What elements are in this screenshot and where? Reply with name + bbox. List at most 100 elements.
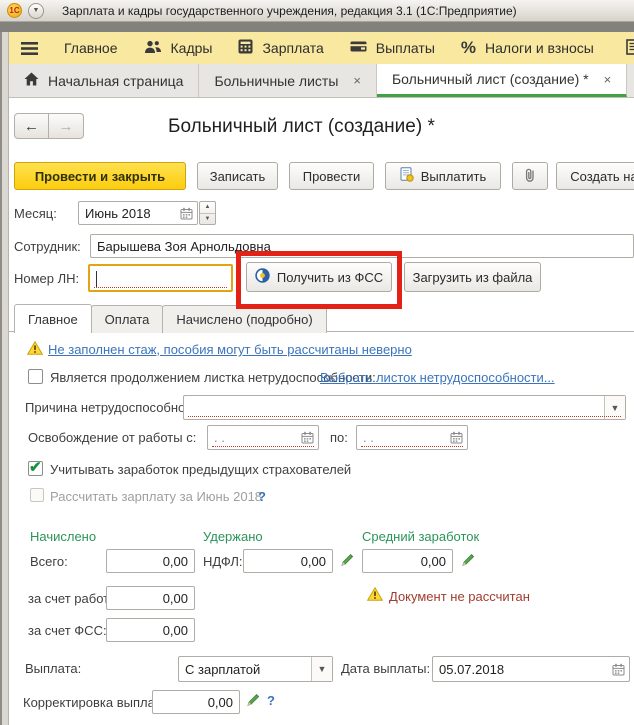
calc-salary-label: Рассчитать зарплату за Июнь 2018: [50, 489, 262, 504]
forward-button[interactable]: →: [49, 113, 84, 139]
calendar-icon[interactable]: [612, 663, 625, 676]
calc-salary-help-link[interactable]: ?: [258, 489, 266, 504]
total-value: 0,00: [163, 554, 188, 569]
journal-icon[interactable]: [626, 39, 634, 58]
payment-date-input[interactable]: 05.07.2018: [432, 656, 630, 682]
calendar-icon[interactable]: [450, 431, 463, 444]
chevron-down-icon[interactable]: ▼: [311, 657, 332, 681]
people-icon: [144, 40, 162, 57]
edit-pencil-icon[interactable]: [246, 692, 261, 712]
payment-date-label: Дата выплаты:: [341, 661, 430, 676]
exemption-to-label: по:: [330, 430, 348, 445]
date-placeholder: . .: [357, 430, 450, 445]
application-window: 1С ▼ Зарплата и кадры государственного у…: [0, 0, 634, 725]
menu-item-label: Кадры: [171, 40, 213, 56]
fss-share-input[interactable]: 0,00: [106, 618, 195, 642]
exemption-to-date-input[interactable]: . .: [356, 425, 468, 450]
hamburger-icon[interactable]: [21, 42, 38, 55]
continuation-checkbox[interactable]: [28, 369, 43, 384]
form-tab-main[interactable]: Главное: [14, 304, 92, 333]
window-frame-strip: [0, 22, 634, 32]
employee-label: Сотрудник:: [14, 239, 81, 254]
chevron-down-icon[interactable]: ▼: [604, 396, 625, 419]
sick-leave-number-input[interactable]: [88, 264, 233, 292]
menu-item-staff[interactable]: Кадры: [144, 40, 213, 57]
create-based-on-button[interactable]: Создать на: [556, 162, 634, 190]
button-label: Получить из ФСС: [277, 270, 383, 285]
edit-pencil-icon[interactable]: [461, 552, 476, 572]
exemption-from-date-input[interactable]: . .: [207, 425, 319, 450]
month-field[interactable]: Июнь 2018: [78, 201, 198, 225]
payment-adjustment-input[interactable]: 0,00: [152, 690, 240, 714]
total-label: Всего:: [30, 554, 68, 569]
menu-item-label: Главное: [64, 40, 118, 56]
stepper-up-icon[interactable]: ▲: [200, 202, 215, 214]
1c-logo-icon: 1С: [7, 3, 22, 18]
calculator-icon: [238, 39, 253, 57]
wallet-icon: [350, 40, 367, 56]
close-icon[interactable]: ×: [604, 72, 612, 87]
date-placeholder: . .: [208, 430, 301, 445]
average-earnings-input[interactable]: 0,00: [362, 549, 453, 573]
close-icon[interactable]: ×: [353, 73, 361, 88]
month-label: Месяц:: [14, 206, 57, 221]
menu-item-taxes[interactable]: % Налоги и взносы: [461, 38, 594, 58]
post-and-close-button[interactable]: Провести и закрыть: [14, 162, 186, 190]
average-earnings-value: 0,00: [421, 554, 446, 569]
post-button[interactable]: Провести: [289, 162, 374, 190]
form-tabs: Главное Оплата Начислено (подробно): [14, 304, 326, 333]
form-tab-accrued-detail[interactable]: Начислено (подробно): [162, 305, 326, 333]
prev-insurers-label: Учитывать заработок предыдущих страховат…: [50, 462, 351, 477]
employee-field[interactable]: Барышева Зоя Арнольдовна: [90, 234, 634, 258]
tab-label: Больничный лист (создание) *: [392, 71, 589, 87]
warning-triangle-icon: [27, 341, 43, 360]
window-title: Зарплата и кадры государственного учрежд…: [62, 4, 517, 18]
calendar-icon[interactable]: [301, 431, 314, 444]
edit-pencil-icon[interactable]: [340, 552, 355, 572]
menu-item-main[interactable]: Главное: [64, 40, 118, 56]
employer-share-input[interactable]: 0,00: [106, 586, 195, 610]
month-value: Июнь 2018: [79, 206, 180, 221]
tab-label: Больничные листы: [214, 73, 338, 89]
get-from-fss-button[interactable]: Получить из ФСС: [246, 262, 392, 292]
stepper-down-icon[interactable]: ▼: [200, 214, 215, 225]
withheld-header: Удержано: [203, 529, 263, 544]
payment-date-value: 05.07.2018: [433, 662, 612, 677]
page-title: Больничный лист (создание) *: [168, 116, 435, 138]
incapacity-reason-label: Причина нетрудоспособности:: [25, 400, 209, 415]
paperclip-icon: [524, 167, 536, 186]
percent-icon: %: [461, 38, 476, 58]
adjustment-help-link[interactable]: ?: [267, 693, 275, 708]
ndfl-value: 0,00: [301, 554, 326, 569]
write-button[interactable]: Записать: [197, 162, 278, 190]
button-label: Провести: [303, 169, 361, 184]
tab-sick-leave-new[interactable]: Больничный лист (создание) * ×: [377, 64, 627, 97]
total-input[interactable]: 0,00: [106, 549, 195, 573]
choose-sick-leave-link[interactable]: Выбрать листок нетрудоспособности...: [320, 370, 555, 385]
tab-label: Начальная страница: [48, 73, 183, 89]
calc-salary-checkbox[interactable]: [30, 488, 44, 502]
prev-insurers-checkbox[interactable]: ✔: [28, 461, 43, 476]
button-label: Создать на: [570, 169, 634, 184]
fss-share-value: 0,00: [163, 623, 188, 638]
incapacity-reason-combo[interactable]: ▼: [183, 395, 626, 420]
month-stepper[interactable]: ▲▼: [199, 201, 216, 225]
payment-adjustment-value: 0,00: [208, 695, 233, 710]
tab-sick-leaves-list[interactable]: Больничные листы ×: [199, 64, 377, 97]
pay-button[interactable]: Выплатить: [385, 162, 501, 190]
back-button[interactable]: ←: [14, 113, 49, 139]
system-menu-chevron-icon[interactable]: ▼: [28, 3, 44, 19]
calendar-icon[interactable]: [180, 207, 193, 220]
payment-combo[interactable]: С зарплатой ▼: [178, 656, 333, 682]
experience-warning-link[interactable]: Не заполнен стаж, пособия могут быть рас…: [48, 342, 412, 357]
payment-adjustment-label: Корректировка выплаты:: [23, 695, 173, 710]
attachments-button[interactable]: [512, 162, 548, 190]
load-from-file-button[interactable]: Загрузить из файла: [404, 262, 541, 292]
form-tab-payment[interactable]: Оплата: [91, 305, 164, 333]
employee-value: Барышева Зоя Арнольдовна: [91, 239, 633, 254]
menu-item-payments[interactable]: Выплаты: [350, 40, 435, 56]
tab-home-page[interactable]: Начальная страница: [9, 64, 199, 97]
menu-item-salary[interactable]: Зарплата: [238, 39, 323, 57]
sick-leave-number-label: Номер ЛН:: [14, 271, 79, 286]
ndfl-input[interactable]: 0,00: [243, 549, 333, 573]
